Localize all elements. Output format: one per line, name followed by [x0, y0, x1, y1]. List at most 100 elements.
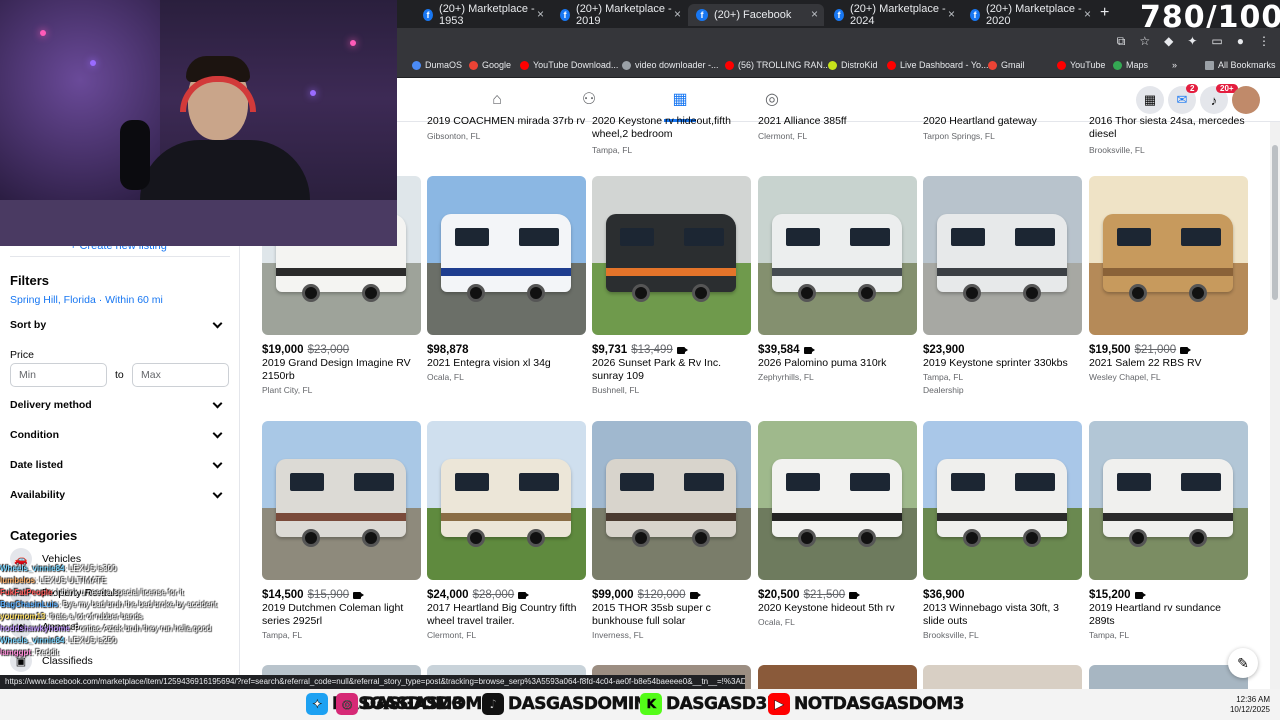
close-tab-icon[interactable]: × [1084, 7, 1091, 21]
listing-photo[interactable] [923, 176, 1082, 335]
rv-window [290, 473, 324, 491]
listing-card[interactable]: $39,584 2026 Palomino puma 310rk Zephyrhil… [758, 176, 918, 382]
listing-photo[interactable] [923, 421, 1082, 580]
youtube-icon [887, 60, 896, 70]
menu-grid-icon[interactable]: ▦ [1136, 86, 1164, 114]
menu-icon[interactable]: ⋮ [1258, 34, 1270, 49]
avatar[interactable] [1232, 86, 1260, 114]
rv-window [1117, 473, 1151, 491]
listing-title[interactable]: 2015 THOR 35sb super c bunkhouse full so… [592, 602, 752, 628]
listing-photo[interactable] [427, 421, 586, 580]
listing-title[interactable]: 2021 Entegra vision xl 34g [427, 357, 587, 370]
listing-photo[interactable] [758, 176, 917, 335]
bookmark-item[interactable]: Google [469, 60, 511, 70]
listing-card[interactable]: $23,900 2019 Keystone sprinter 330kbs Tamp… [923, 176, 1083, 395]
listing-title[interactable]: 2021 Salem 22 RBS RV [1089, 357, 1249, 370]
compose-message-icon[interactable]: ✎ [1228, 648, 1258, 678]
browser-tab-active[interactable]: f (20+) Facebook × [688, 4, 824, 26]
date-listed-dropdown[interactable]: Date listed [10, 458, 225, 471]
bookmark-item[interactable]: (56) TROLLING RAN... [725, 60, 830, 70]
star-icon[interactable]: ☆ [1139, 34, 1150, 49]
bookmark-item[interactable]: Gmail [988, 60, 1025, 70]
download-icon [520, 60, 529, 70]
listing-location: Clermont, FL [758, 131, 808, 141]
listing-photo[interactable] [1089, 421, 1248, 580]
close-tab-icon[interactable]: × [537, 7, 544, 21]
marketplace-icon[interactable]: ▦ [670, 90, 690, 110]
listing-photo[interactable] [262, 421, 421, 580]
profile-icon[interactable]: ● [1237, 34, 1244, 49]
listing-title[interactable]: 2017 Heartland Big Country fifth wheel t… [427, 602, 587, 628]
listing-thumbnail[interactable] [758, 665, 917, 689]
listing-title[interactable]: 2019 Keystone sprinter 330kbs [923, 357, 1083, 370]
browser-tab[interactable]: f (20+) Marketplace - 2024 × [826, 3, 961, 27]
listing-card[interactable]: $15,200 2019 Heartland rv sundance 289ts T… [1089, 421, 1249, 640]
all-bookmarks[interactable]: All Bookmarks [1205, 60, 1276, 70]
puzzle-icon[interactable]: ✦ [1187, 34, 1197, 49]
bookmark-item[interactable]: YouTube [1057, 60, 1105, 70]
listing-title[interactable]: 2026 Palomino puma 310rk [758, 357, 918, 370]
listing-title[interactable]: 2020 Keystone hideout 5th rv [758, 602, 918, 615]
microphone [120, 120, 150, 190]
availability-dropdown[interactable]: Availability [10, 488, 225, 501]
install-icon[interactable]: ⧉ [1117, 34, 1126, 49]
new-tab-icon[interactable]: + [1100, 4, 1109, 22]
listing-title[interactable]: 2019 COACHMEN mirada 37rb rv [427, 115, 587, 128]
listing-title[interactable]: 2019 Grand Design Imagine RV 2150rb [262, 357, 422, 383]
scrollbar-thumb[interactable] [1272, 145, 1278, 300]
rv-stripe [441, 513, 571, 521]
sidebar-icon[interactable]: ▭ [1211, 34, 1222, 49]
friends-icon[interactable]: ⚇ [579, 90, 599, 110]
home-icon[interactable]: ⌂ [487, 90, 507, 110]
listing-title[interactable]: 2026 Sunset Park & Rv Inc. sunray 109 [592, 357, 752, 383]
listing-photo[interactable] [1089, 176, 1248, 335]
browser-tab[interactable]: f (20+) Marketplace - 2020 × [962, 3, 1097, 27]
listing-thumbnail[interactable] [923, 665, 1082, 689]
condition-dropdown[interactable]: Condition [10, 428, 225, 441]
close-tab-icon[interactable]: × [674, 7, 681, 21]
more-bookmarks-icon[interactable]: » [1172, 60, 1177, 70]
listing-card[interactable]: $9,731 $13,499 2026 Sunset Park & Rv Inc. … [592, 176, 752, 395]
listing-card[interactable]: $24,000 $28,000 2017 Heartland Big Country… [427, 421, 587, 640]
location-filter[interactable]: Spring Hill, Florida · Within 60 mi [10, 294, 163, 306]
listing-card[interactable]: $20,500 $21,500 2020 Keystone hideout 5th … [758, 421, 918, 627]
listing-title[interactable]: 2013 Winnebago vista 30ft, 3 slide outs [923, 602, 1083, 628]
bookmark-item[interactable]: DumaOS [412, 60, 462, 70]
listing-card[interactable]: $36,900 2013 Winnebago vista 30ft, 3 slid… [923, 421, 1083, 640]
rv-shape [606, 459, 736, 537]
delivery-method-dropdown[interactable]: Delivery method [10, 398, 225, 411]
listing-title[interactable]: 2020 Heartland gateway [923, 115, 1083, 128]
listing-title[interactable]: 2019 Dutchmen Coleman light series 2925r… [262, 602, 422, 628]
listing-title[interactable]: 2021 Alliance 385ff [758, 115, 918, 128]
social-handles-bar: ✦ DASGASDOM3 ◎ DASGASDOM3 ♪ DASGASDOMINI KD… [0, 689, 1280, 720]
browser-tab[interactable]: f (20+) Marketplace - 1953 × [415, 3, 550, 27]
youtube-icon [725, 60, 734, 70]
groups-icon[interactable]: ◎ [762, 90, 782, 110]
listing-card[interactable]: $14,500 $15,900 2019 Dutchmen Coleman ligh… [262, 421, 422, 640]
bookmark-item[interactable]: Maps [1113, 60, 1148, 70]
browser-tab[interactable]: f (20+) Marketplace - 2019 × [552, 3, 687, 27]
bookmark-item[interactable]: DistroKid [828, 60, 878, 70]
listing-card[interactable]: $98,878 2021 Entegra vision xl 34g Ocala, … [427, 176, 587, 382]
listing-title[interactable]: 2019 Heartland rv sundance 289ts [1089, 602, 1249, 628]
listing-photo[interactable] [427, 176, 586, 335]
listing-card[interactable]: $99,000 $120,000 2015 THOR 35sb super c bu… [592, 421, 752, 640]
max-price-input[interactable]: Max [132, 363, 229, 387]
video-camera-icon [1180, 346, 1192, 354]
listing-photo[interactable] [592, 421, 751, 580]
extension-icon[interactable]: ◆ [1164, 34, 1173, 49]
bookmark-item[interactable]: Live Dashboard - Yo... [887, 60, 989, 70]
close-tab-icon[interactable]: × [948, 7, 955, 21]
listing-thumbnail[interactable] [1089, 665, 1248, 689]
bookmark-item[interactable]: YouTube Download... [520, 60, 618, 70]
listing-card[interactable]: $19,500 $21,000 2021 Salem 22 RBS RV Wesley… [1089, 176, 1249, 382]
listing-photo[interactable] [592, 176, 751, 335]
sort-by-dropdown[interactable]: Sort by [10, 318, 225, 331]
bookmark-item[interactable]: video downloader -... [622, 60, 719, 70]
listing-title[interactable]: 2016 Thor siesta 24sa, mercedes diesel [1089, 115, 1249, 141]
listing-title[interactable]: 2020 Keystone rv hideout,fifth wheel,2 b… [592, 115, 752, 141]
min-price-input[interactable]: Min [10, 363, 107, 387]
listing-photo[interactable] [758, 421, 917, 580]
led-light [90, 60, 96, 66]
close-tab-icon[interactable]: × [811, 7, 818, 21]
